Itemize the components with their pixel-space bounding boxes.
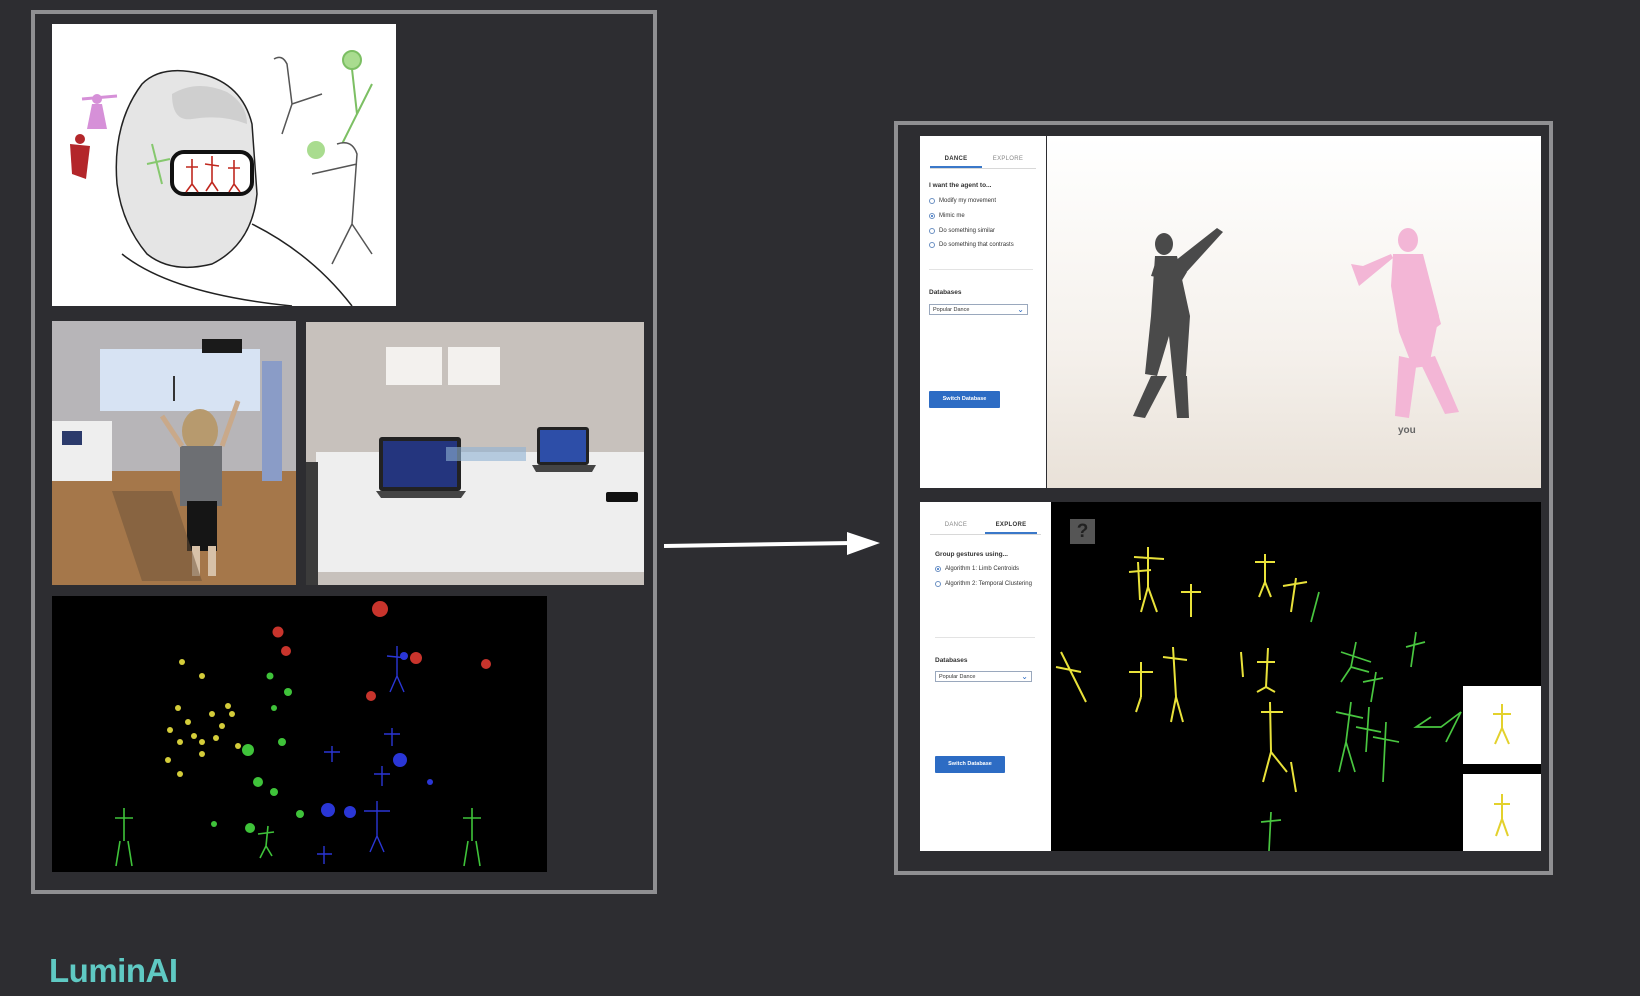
dance-sidebar: DANCE EXPLORE I want the agent to... Mod… (920, 136, 1046, 488)
explore-sidebar: DANCE EXPLORE Group gestures using... Al… (920, 502, 1051, 851)
tab-explore[interactable]: EXPLORE (985, 522, 1037, 534)
skeleton-cluster-visualization (52, 596, 547, 872)
laptops-table-photo (306, 322, 644, 585)
vr-headset-illustration (52, 24, 396, 306)
databases-label: Databases (935, 657, 968, 664)
pose-thumbnail[interactable] (1463, 686, 1541, 764)
explore-tabs: DANCE EXPLORE (930, 520, 1041, 535)
divider (929, 269, 1033, 270)
chevron-down-icon: ⌄ (1021, 672, 1028, 681)
radio-icon (929, 198, 935, 204)
switch-database-button[interactable]: Switch Database (935, 756, 1005, 773)
radio-icon (935, 581, 941, 587)
tab-explore[interactable]: EXPLORE (982, 156, 1034, 162)
explore-canvas: ? (1051, 502, 1541, 851)
agent-figure (1133, 228, 1223, 418)
group-gestures-label: Group gestures using... (935, 551, 1008, 558)
option-limb-centroids[interactable]: Algorithm 1: Limb Centroids (935, 566, 1019, 572)
pose-thumbnail[interactable] (1463, 774, 1541, 851)
database-select[interactable]: Popular Dance ⌄ (929, 304, 1028, 315)
divider (935, 637, 1035, 638)
option-contrast[interactable]: Do something that contrasts (929, 242, 1014, 248)
chevron-down-icon: ⌄ (1017, 305, 1024, 314)
you-label: you (1398, 425, 1416, 436)
databases-label: Databases (929, 289, 962, 296)
brand-logo: LuminAI (49, 952, 178, 989)
radio-icon (929, 228, 935, 234)
option-mimic[interactable]: Mimic me (929, 213, 965, 219)
radio-selected-icon (935, 566, 941, 572)
projection-installation-photo (52, 321, 296, 585)
arrow-icon (663, 530, 884, 558)
user-figure (1351, 228, 1459, 418)
tab-dance[interactable]: DANCE (930, 156, 982, 168)
help-icon[interactable]: ? (1070, 519, 1095, 544)
option-similar[interactable]: Do something similar (929, 228, 995, 234)
radio-selected-icon (929, 213, 935, 219)
dance-tabs: DANCE EXPLORE (930, 154, 1036, 169)
option-modify[interactable]: Modify my movement (929, 198, 996, 204)
option-temporal-clustering[interactable]: Algorithm 2: Temporal Clustering (935, 581, 1032, 587)
dance-stage: you (1047, 136, 1541, 488)
tab-dance[interactable]: DANCE (930, 522, 982, 528)
agent-prompt-label: I want the agent to... (929, 182, 992, 189)
radio-icon (929, 242, 935, 248)
switch-database-button[interactable]: Switch Database (929, 391, 1000, 408)
database-select[interactable]: Popular Dance ⌄ (935, 671, 1032, 682)
